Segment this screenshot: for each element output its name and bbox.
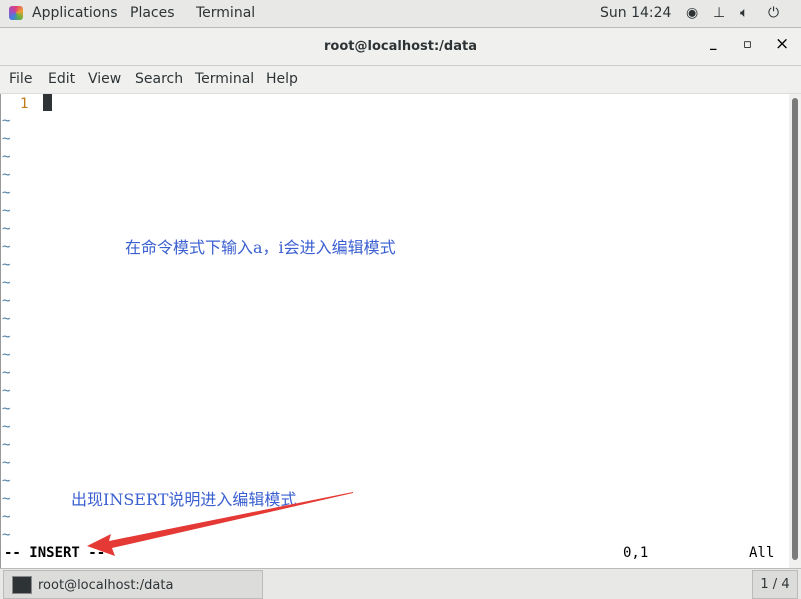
volume-icon[interactable]: 🔈︎ bbox=[740, 5, 748, 21]
terminal-app-menu[interactable]: Terminal bbox=[196, 5, 255, 21]
window-title: root@localhost:/data bbox=[324, 39, 477, 54]
scrollbar[interactable] bbox=[789, 94, 801, 568]
maximize-button[interactable]: ▫ bbox=[743, 37, 752, 52]
window-titlebar: root@localhost:/data _ ▫ × bbox=[0, 28, 801, 66]
workspace-switcher[interactable]: 1 / 4 bbox=[752, 570, 798, 599]
places-menu[interactable]: Places bbox=[130, 5, 175, 21]
terminal-icon bbox=[12, 576, 32, 594]
clock[interactable]: Sun 14:24 bbox=[600, 5, 671, 21]
arrow-shape bbox=[87, 492, 353, 556]
taskbar-item-label: root@localhost:/data bbox=[38, 578, 174, 593]
menu-terminal[interactable]: Terminal bbox=[195, 71, 254, 87]
terminal-area[interactable]: 1 ~ ~ ~ ~ ~ ~ ~ ~ ~ ~ ~ ~ ~ ~ ~ ~ ~ ~ ~ ~ ~ ~ ~ ~ -- INSERT -- … bbox=[0, 94, 789, 568]
power-icon[interactable]: ⏻ bbox=[768, 5, 779, 21]
scrollbar-thumb[interactable] bbox=[792, 98, 798, 560]
menu-bar: File Edit View Search Terminal Help bbox=[0, 66, 801, 94]
network-icon[interactable]: ⊥ bbox=[713, 5, 725, 21]
apps-logo-icon bbox=[9, 6, 23, 20]
taskbar-item-terminal[interactable]: root@localhost:/data bbox=[3, 570, 263, 599]
menu-help[interactable]: Help bbox=[266, 71, 298, 87]
menu-search[interactable]: Search bbox=[135, 71, 183, 87]
close-button[interactable]: × bbox=[775, 34, 789, 54]
menu-edit[interactable]: Edit bbox=[48, 71, 75, 87]
top-panel: Applications Places Terminal Sun 14:24 ◉… bbox=[0, 0, 801, 28]
menu-file[interactable]: File bbox=[9, 71, 32, 87]
arrow-annotation bbox=[87, 492, 353, 556]
taskbar: root@localhost:/data 1 / 4 bbox=[0, 568, 801, 599]
applications-menu[interactable]: Applications bbox=[32, 5, 118, 21]
menu-view[interactable]: View bbox=[88, 71, 121, 87]
accessibility-icon[interactable]: ◉ bbox=[686, 5, 698, 21]
minimize-button[interactable]: _ bbox=[710, 36, 717, 51]
